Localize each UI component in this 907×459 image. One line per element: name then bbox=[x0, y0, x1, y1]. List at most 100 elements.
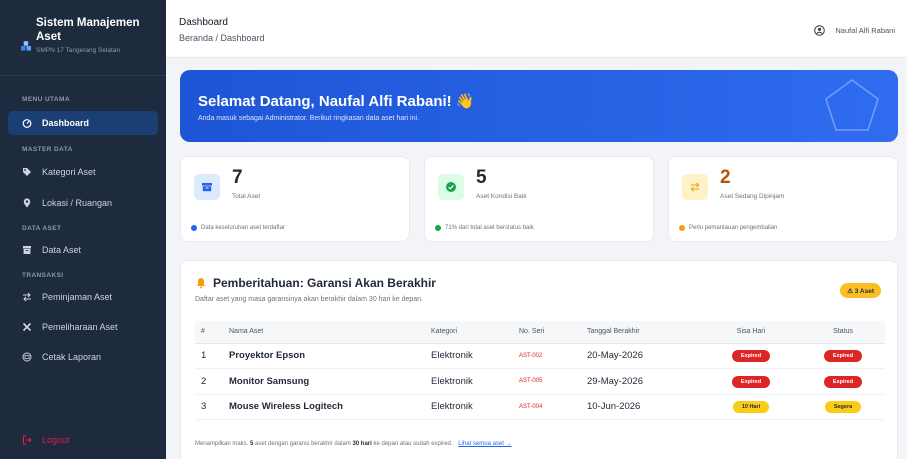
sidebar-item-cetak[interactable]: Cetak Laporan bbox=[8, 345, 158, 369]
remaining-badge: Expired bbox=[731, 375, 771, 388]
stat-note-text: Perlu pemantauan pengembalian bbox=[689, 225, 778, 231]
warranty-subtitle: Daftar aset yang masa garansinya akan be… bbox=[195, 296, 424, 303]
stat-label: Aset Kondisi Baik bbox=[476, 193, 527, 200]
swap-arrows-icon bbox=[22, 292, 32, 302]
check-dot-icon bbox=[435, 225, 441, 231]
user-circle-icon bbox=[814, 25, 826, 36]
topbar: Dashboard Beranda / Dashboard Naufal Alf… bbox=[166, 0, 907, 58]
app-title: Sistem Manajemen Aset bbox=[36, 16, 156, 44]
welcome-banner: Selamat Datang, Naufal Alfi Rabani! 👋 An… bbox=[180, 70, 898, 142]
check-circle-icon bbox=[438, 174, 464, 200]
warning-dot-icon bbox=[679, 225, 685, 231]
cell-status: Expired bbox=[801, 368, 885, 395]
col-header-category: Kategori bbox=[425, 321, 513, 344]
sidebar-item-label: Logout bbox=[42, 435, 70, 445]
cell-end-date: 20-May-2026 bbox=[581, 343, 701, 369]
warranty-table: # Nama Aset Kategori No. Seri Tanggal Be… bbox=[195, 321, 885, 420]
col-header-end-date: Tanggal Berakhir bbox=[581, 321, 701, 344]
stat-value: 2 bbox=[720, 167, 731, 188]
stat-note-text: 71% dari total aset berstatus baik bbox=[445, 225, 534, 231]
cell-serial: AST-005 bbox=[513, 368, 581, 395]
pentagon-decoration-icon bbox=[825, 79, 879, 131]
tools-icon bbox=[22, 322, 32, 332]
stat-label: Total Aset bbox=[232, 193, 261, 200]
stat-card-total: 7 Total Aset Data keseluruhan aset terda… bbox=[180, 156, 410, 242]
sidebar-item-dashboard[interactable]: Dashboard bbox=[8, 111, 158, 135]
cell-status: Expired bbox=[801, 343, 885, 369]
footer-mid: aset dengan garansi berakhir dalam bbox=[255, 441, 351, 447]
table-header-row: # Nama Aset Kategori No. Seri Tanggal Be… bbox=[195, 321, 885, 344]
stat-note-text: Data keseluruhan aset terdaftar bbox=[201, 225, 286, 231]
stat-card-dipinjam: 2 Aset Sedang Dipinjam Perlu pemantauan … bbox=[668, 156, 898, 242]
sidebar-item-label: Pemeliharaan Aset bbox=[42, 322, 118, 332]
sidebar-item-pemeliharaan[interactable]: Pemeliharaan Aset bbox=[8, 315, 158, 339]
footer-post: ke depan atau sudah expired. bbox=[373, 441, 453, 447]
sidebar: Sistem Manajemen Aset SMPN 17 Tangerang … bbox=[0, 0, 166, 459]
stat-card-baik: 5 Aset Kondisi Baik 71% dari total aset … bbox=[424, 156, 654, 242]
cell-remaining: Expired bbox=[701, 343, 801, 369]
col-header-name: Nama Aset bbox=[223, 321, 425, 344]
cell-remaining: Expired bbox=[701, 368, 801, 395]
bell-icon bbox=[196, 278, 206, 289]
sidebar-item-peminjaman[interactable]: Peminjaman Aset bbox=[8, 285, 158, 309]
warranty-count-badge: ⚠ 3 Aset bbox=[840, 283, 881, 298]
section-data-aset: DATA ASET bbox=[22, 225, 62, 232]
status-badge: Segera bbox=[824, 401, 862, 414]
cell-remaining: 10 Hari bbox=[701, 394, 801, 420]
footer-pre: Menampilkan maks. bbox=[195, 441, 249, 447]
col-header-no: # bbox=[195, 321, 223, 344]
map-pin-icon bbox=[22, 198, 32, 208]
cell-name: Monitor Samsung bbox=[223, 368, 425, 395]
sidebar-item-lokasi[interactable]: Lokasi / Ruangan bbox=[8, 191, 158, 215]
cell-status: Segera bbox=[801, 394, 885, 420]
cell-no: 2 bbox=[195, 368, 223, 395]
col-header-serial: No. Seri bbox=[513, 321, 581, 344]
section-transaksi: TRANSAKSI bbox=[22, 272, 64, 279]
sidebar-item-label: Data Aset bbox=[42, 245, 82, 255]
cell-serial: AST-002 bbox=[513, 343, 581, 369]
cell-serial: AST-004 bbox=[513, 394, 581, 420]
stat-note: Data keseluruhan aset terdaftar bbox=[191, 225, 285, 231]
sidebar-item-data-aset[interactable]: Data Aset bbox=[8, 238, 158, 262]
remaining-badge: 10 Hari bbox=[732, 401, 770, 414]
sidebar-item-label: Kategori Aset bbox=[42, 167, 96, 177]
footer-days: 30 hari bbox=[352, 441, 372, 447]
status-badge: Expired bbox=[823, 375, 863, 388]
remaining-badge: Expired bbox=[731, 350, 771, 363]
cell-category: Elektronik bbox=[425, 394, 513, 420]
cell-category: Elektronik bbox=[425, 343, 513, 369]
cell-name: Mouse Wireless Logitech bbox=[223, 394, 425, 420]
user-menu[interactable]: Naufal Alfi Rabani bbox=[814, 25, 895, 36]
col-header-status: Status bbox=[801, 321, 885, 344]
view-all-assets-link[interactable]: Lihat semua aset → bbox=[458, 441, 511, 447]
col-header-remaining: Sisa Hari bbox=[701, 321, 801, 344]
box-icon bbox=[194, 174, 220, 200]
stat-note: Perlu pemantauan pengembalian bbox=[679, 225, 777, 231]
footer-count: 5 bbox=[250, 441, 254, 447]
user-name: Naufal Alfi Rabani bbox=[835, 26, 895, 35]
printer-icon bbox=[22, 352, 32, 362]
boxes-icon bbox=[21, 41, 31, 51]
sidebar-item-logout[interactable]: Logout bbox=[8, 428, 158, 452]
warranty-title-text: Pemberitahuan: Garansi Akan Berakhir bbox=[213, 276, 436, 290]
tag-icon bbox=[22, 167, 32, 177]
cell-category: Elektronik bbox=[425, 368, 513, 395]
logout-icon bbox=[22, 435, 32, 445]
school-name: SMPN 17 Tangerang Selatan bbox=[36, 47, 121, 54]
sidebar-item-label: Peminjaman Aset bbox=[42, 292, 113, 302]
welcome-title: Selamat Datang, Naufal Alfi Rabani! 👋 bbox=[198, 93, 475, 110]
stat-label: Aset Sedang Dipinjam bbox=[720, 193, 785, 200]
welcome-subtitle: Anda masuk sebagai Administrator. Beriku… bbox=[198, 115, 420, 122]
cell-no: 3 bbox=[195, 394, 223, 420]
breadcrumb[interactable]: Beranda / Dashboard bbox=[179, 33, 265, 43]
swap-arrows-icon bbox=[682, 174, 708, 200]
cell-end-date: 10-Jun-2026 bbox=[581, 394, 701, 420]
stat-value: 5 bbox=[476, 167, 487, 188]
warranty-title: Pemberitahuan: Garansi Akan Berakhir bbox=[195, 276, 436, 290]
archive-icon bbox=[22, 245, 32, 255]
warranty-notification-panel: Pemberitahuan: Garansi Akan Berakhir Daf… bbox=[180, 260, 898, 459]
stat-value: 7 bbox=[232, 167, 243, 188]
stat-note: 71% dari total aset berstatus baik bbox=[435, 225, 534, 231]
sidebar-item-kategori[interactable]: Kategori Aset bbox=[8, 160, 158, 184]
app-title-line2: Aset bbox=[36, 31, 61, 43]
